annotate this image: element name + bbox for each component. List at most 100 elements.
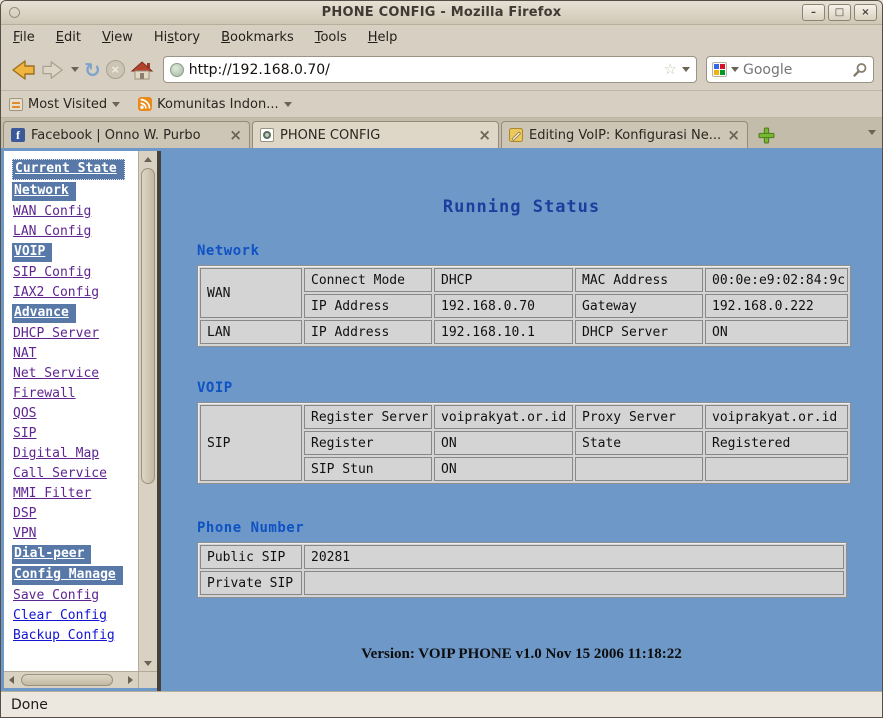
scrollbar-track[interactable] (19, 672, 123, 688)
bookmark-star-icon[interactable]: ☆ (664, 62, 677, 77)
sidebar-item-firewall[interactable]: Firewall (13, 385, 76, 403)
edit-page-icon (509, 128, 523, 142)
sidebar-item-current-state[interactable]: Current State (12, 159, 125, 180)
titlebar[interactable]: PHONE CONFIG - Mozilla Firefox – □ × (1, 1, 882, 25)
scroll-up-button[interactable] (139, 151, 157, 167)
sidebar-nav: Current State Network WAN Config LAN Con… (4, 151, 138, 671)
sidebar-item-advance[interactable]: Advance (12, 304, 76, 323)
sidebar-item-call-service[interactable]: Call Service (13, 465, 107, 483)
new-tab-button[interactable] (758, 127, 775, 144)
search-engine-dropdown-icon[interactable] (731, 67, 739, 72)
sidebar-item-network[interactable]: Network (12, 182, 76, 201)
voip-section-label: VOIP (197, 380, 882, 396)
home-button[interactable] (130, 55, 154, 85)
cell: Register (304, 431, 432, 455)
cell: voiprakyat.or.id (705, 405, 848, 429)
sidebar-item-save-config[interactable]: Save Config (13, 587, 99, 605)
url-bar[interactable]: ☆ (163, 56, 697, 83)
cell: Register Server (304, 405, 432, 429)
url-input[interactable] (189, 62, 659, 78)
sidebar-vertical-scrollbar[interactable] (138, 151, 157, 671)
most-visited-icon (9, 98, 23, 111)
window-title: PHONE CONFIG - Mozilla Firefox (1, 5, 882, 20)
reload-button[interactable]: ↻ (84, 55, 101, 85)
cell: Private SIP (200, 571, 302, 595)
sidebar-item-sip[interactable]: SIP (13, 425, 36, 443)
menu-bookmarks[interactable]: Bookmarks (221, 30, 294, 45)
search-input[interactable] (743, 62, 848, 78)
table-row: LAN IP Address 192.168.10.1 DHCP Server … (200, 320, 848, 344)
sidebar-item-qos[interactable]: QOS (13, 405, 36, 423)
menu-file[interactable]: File (13, 30, 35, 45)
sidebar-item-dhcp-server[interactable]: DHCP Server (13, 325, 99, 343)
page-content: Current State Network WAN Config LAN Con… (1, 148, 882, 691)
sidebar-item-config-manage[interactable]: Config Manage (12, 566, 123, 585)
forward-button[interactable] (41, 55, 66, 85)
bookmarks-toolbar: Most Visited Komunitas Indon... (1, 91, 882, 118)
cell (304, 571, 844, 595)
tab-close-icon[interactable]: × (727, 128, 740, 143)
row-header-sip: SIP (200, 405, 302, 481)
scroll-left-button[interactable] (4, 672, 19, 688)
tab-close-icon[interactable]: × (478, 128, 491, 143)
menu-tools[interactable]: Tools (315, 30, 347, 45)
sidebar-item-vpn[interactable]: VPN (13, 525, 36, 543)
tab-close-icon[interactable]: × (229, 128, 242, 143)
bookmark-komunitas[interactable]: Komunitas Indon... (138, 97, 291, 112)
sidebar-item-voip[interactable]: VOIP (12, 243, 52, 262)
google-logo-icon[interactable] (712, 62, 727, 77)
sidebar-item-wan-config[interactable]: WAN Config (13, 203, 91, 221)
list-all-tabs-button[interactable] (868, 120, 876, 139)
cell: DHCP Server (575, 320, 703, 344)
menu-history[interactable]: History (154, 30, 200, 45)
phone-number-table: Public SIP 20281 Private SIP (197, 542, 847, 598)
phone-number-section-label: Phone Number (197, 520, 882, 536)
bookmark-label: Komunitas Indon... (157, 97, 278, 112)
site-identity-icon[interactable] (170, 63, 184, 77)
scrollbar-thumb[interactable] (21, 674, 113, 686)
back-button[interactable] (9, 55, 36, 85)
close-button[interactable]: × (854, 4, 877, 21)
sidebar-item-dsp[interactable]: DSP (13, 505, 36, 523)
sidebar-item-backup-config[interactable]: Backup Config (13, 627, 115, 645)
sidebar-item-sip-config[interactable]: SIP Config (13, 264, 91, 282)
bookmark-most-visited[interactable]: Most Visited (9, 97, 120, 112)
menu-help[interactable]: Help (368, 30, 398, 45)
plus-icon (758, 127, 775, 144)
sidebar-item-iax2-config[interactable]: IAX2 Config (13, 284, 99, 302)
cell: Gateway (575, 294, 703, 318)
scroll-down-button[interactable] (139, 655, 157, 671)
tab-phone-config[interactable]: PHONE CONFIG × (252, 121, 499, 148)
cell: MAC Address (575, 268, 703, 292)
scroll-right-button[interactable] (123, 672, 138, 688)
table-row: Public SIP 20281 (200, 545, 844, 569)
reload-icon: ↻ (84, 60, 101, 80)
table-row: Private SIP (200, 571, 844, 595)
chevron-down-icon (284, 102, 292, 107)
maximize-button[interactable]: □ (828, 4, 851, 21)
sidebar-item-dial-peer[interactable]: Dial-peer (12, 545, 91, 564)
back-forward-dropdown[interactable] (71, 55, 79, 85)
sidebar-item-clear-config[interactable]: Clear Config (13, 607, 107, 625)
search-icon[interactable] (852, 62, 868, 78)
cell: DHCP (434, 268, 573, 292)
url-dropdown-icon[interactable] (682, 67, 690, 72)
scrollbar-thumb[interactable] (141, 168, 155, 484)
stop-button[interactable]: × (106, 55, 125, 85)
scrollbar-track[interactable] (139, 167, 157, 655)
menu-edit[interactable]: Edit (56, 30, 81, 45)
minimize-button[interactable]: – (802, 4, 825, 21)
tab-facebook[interactable]: f Facebook | Onno W. Purbo × (3, 121, 250, 148)
sidebar-horizontal-scrollbar[interactable] (4, 671, 138, 688)
sidebar-item-net-service[interactable]: Net Service (13, 365, 99, 383)
page-icon (260, 128, 274, 142)
tab-bar: f Facebook | Onno W. Purbo × PHONE CONFI… (1, 118, 882, 148)
menu-view[interactable]: View (102, 30, 133, 45)
search-box[interactable] (706, 56, 874, 83)
sidebar-item-nat[interactable]: NAT (13, 345, 36, 363)
sidebar-item-digital-map[interactable]: Digital Map (13, 445, 99, 463)
sidebar-item-mmi-filter[interactable]: MMI Filter (13, 485, 91, 503)
tab-editing-voip[interactable]: Editing VoIP: Konfigurasi Ne... × (501, 121, 748, 148)
status-text: Done (11, 697, 48, 713)
sidebar-item-lan-config[interactable]: LAN Config (13, 223, 91, 241)
